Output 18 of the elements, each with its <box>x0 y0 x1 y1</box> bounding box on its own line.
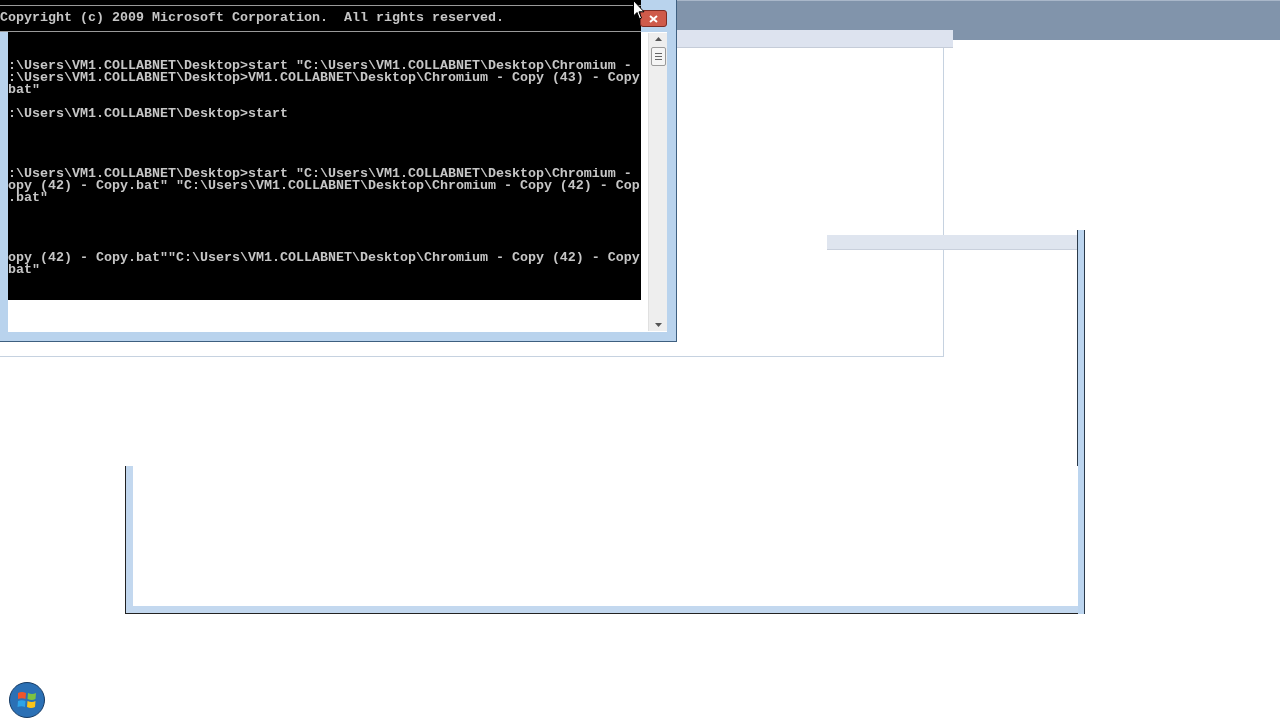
close-button[interactable] <box>640 10 667 27</box>
console-line: :\Users\VM1.COLLABNET\Desktop>start "C:\Users\VM1.COLLABNET\Desktop\Chromium - <box>8 60 632 72</box>
console-line: Copyright (c) 2009 Microsoft Corporation. All rights reserved. <box>0 12 504 24</box>
console-line: .bat" <box>8 192 48 204</box>
scroll-down-arrow-icon[interactable] <box>654 323 662 327</box>
console-line: :\Users\VM1.COLLABNET\Desktop>start "C:\Users\VM1.COLLABNET\Desktop\Chromium - <box>8 168 632 180</box>
console-line: bat" <box>8 264 40 276</box>
scrollbar-thumb[interactable] <box>650 47 666 66</box>
console-line: :\Users\VM1.COLLABNET\Desktop>start <box>8 108 288 120</box>
start-button[interactable] <box>9 682 45 718</box>
console-line: opy (42) - Copy.bat" "C:\Users\VM1.COLLABNET\Desktop\Chromium - Copy (42) - Cop <box>8 180 640 192</box>
console-line: bat" <box>8 84 40 96</box>
scroll-up-arrow-icon[interactable] <box>654 37 662 41</box>
vertical-scrollbar[interactable] <box>648 33 667 331</box>
close-icon <box>649 14 658 23</box>
console-line: opy (42) - Copy.bat""C:\Users\VM1.COLLABNET\Desktop\Chromium - Copy (42) - Copy <box>8 252 640 264</box>
flag-icon <box>17 691 37 709</box>
console-line: :\Users\VM1.COLLABNET\Desktop>VM1.COLLABNET\Desktop\Chromium - Copy (43) - Copy <box>8 72 640 84</box>
